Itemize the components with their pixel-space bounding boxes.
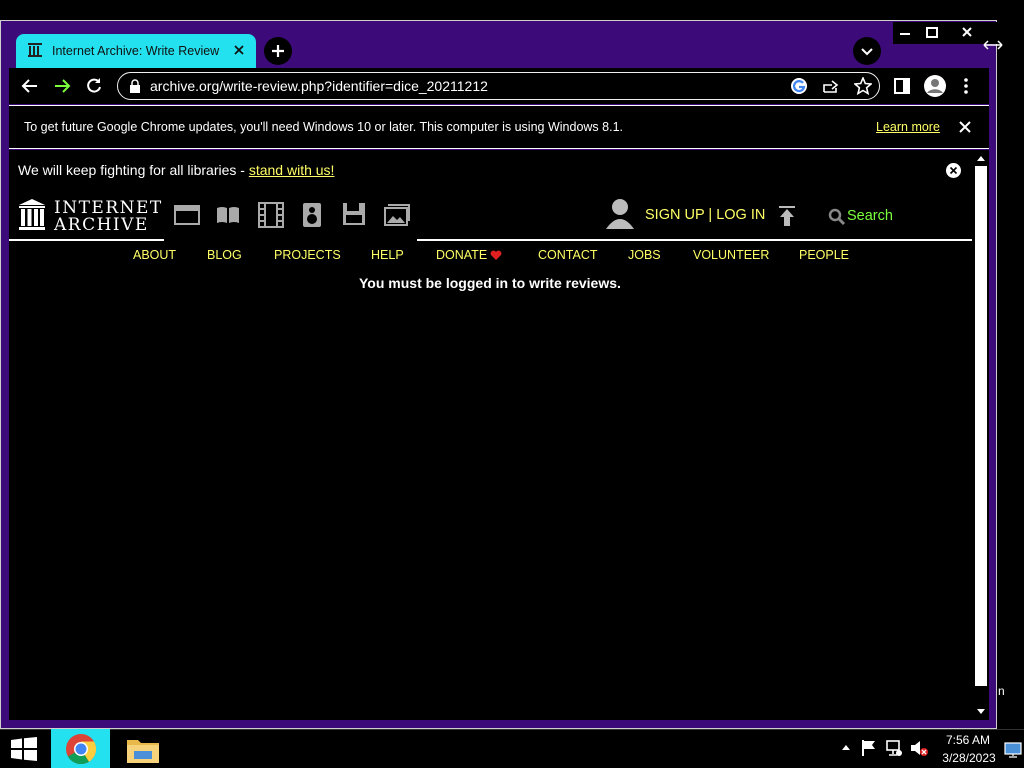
back-arrow-icon[interactable] [20,77,40,95]
scrollbar-thumb[interactable] [975,166,987,686]
web-icon[interactable] [174,204,200,226]
banner-close-icon[interactable] [945,162,962,179]
file-explorer-icon[interactable] [126,734,160,764]
action-center-flag-icon[interactable] [861,739,877,757]
side-panel-icon[interactable] [894,78,910,94]
menu-kebab-icon[interactable] [963,78,969,94]
search-icon[interactable] [828,208,846,226]
nav-jobs[interactable]: JOBS [628,248,661,262]
network-icon[interactable] [885,739,903,757]
nav-donate[interactable]: DONATE [436,248,487,262]
volume-muted-icon[interactable] [909,739,929,757]
header-divider [9,239,164,241]
tab-close-icon[interactable] [232,43,246,57]
nav-people[interactable]: PEOPLE [799,248,849,262]
banner: We will keep fighting for all libraries … [18,162,334,178]
video-icon[interactable] [258,202,284,228]
new-tab-button[interactable] [264,37,292,65]
upload-icon[interactable] [777,205,797,227]
logo-line2: ARCHIVE [54,215,149,235]
banner-text: We will keep fighting for all libraries … [18,162,249,178]
log-in-link[interactable]: LOG IN [716,207,765,223]
search-link[interactable]: Search [847,208,893,224]
archive-favicon-icon [27,42,43,58]
share-icon[interactable] [822,78,840,94]
url-text[interactable]: archive.org/write-review.php?identifier=… [150,78,488,94]
tray-overflow-icon[interactable] [841,743,851,751]
infobar-close-icon[interactable] [958,120,972,134]
nav-blog[interactable]: BLOG [207,248,242,262]
desktop-text-fragment: n [998,684,1005,698]
sign-up-link[interactable]: SIGN UP [645,207,704,223]
infobar-message: To get future Google Chrome updates, you… [24,120,623,134]
archive-logo[interactable]: INTERNET ARCHIVE [18,198,161,235]
heart-icon [490,250,502,261]
nav-projects[interactable]: PROJECTS [274,248,341,262]
auth-separator: | [708,207,713,223]
taskbar-time[interactable]: 7:56 AM [940,733,996,747]
audio-icon[interactable] [302,202,322,228]
windows-start-icon[interactable] [11,737,37,761]
nav-about[interactable]: ABOUT [133,248,176,262]
tab-title: Internet Archive: Write Review [52,44,220,58]
archive-building-icon [18,198,46,232]
header-divider [417,239,972,241]
software-icon[interactable] [342,202,366,226]
lock-icon[interactable] [129,79,141,93]
scroll-up-arrow-icon[interactable] [976,154,986,162]
images-icon[interactable] [384,204,410,226]
chrome-icon [65,733,97,765]
scroll-down-arrow-icon[interactable] [976,708,986,716]
nav-contact[interactable]: CONTACT [538,248,598,262]
login-required-message: You must be logged in to write reviews. [359,275,621,291]
bookmark-star-icon[interactable] [854,77,872,95]
maximize-button[interactable] [920,22,944,44]
forward-arrow-icon[interactable] [52,77,72,95]
nav-volunteer[interactable]: VOLUNTEER [693,248,769,262]
tab-search-button[interactable] [853,37,881,65]
show-desktop-monitor-icon[interactable] [1004,742,1022,758]
nav-help[interactable]: HELP [371,248,404,262]
profile-avatar-icon[interactable] [924,75,946,97]
stand-with-us-link[interactable]: stand with us! [249,162,335,178]
taskbar-date[interactable]: 3/28/2023 [938,751,1000,765]
minimize-button[interactable] [893,22,917,44]
google-lens-icon[interactable] [790,77,808,95]
texts-icon[interactable] [215,204,241,226]
auth-links: SIGN UP | LOG IN [645,207,765,223]
page-viewport [9,150,989,720]
resize-cursor-icon [982,38,1004,52]
learn-more-link[interactable]: Learn more [876,120,940,134]
reload-icon[interactable] [85,77,103,95]
close-window-button[interactable] [955,22,979,44]
user-avatar-icon[interactable] [605,198,635,230]
